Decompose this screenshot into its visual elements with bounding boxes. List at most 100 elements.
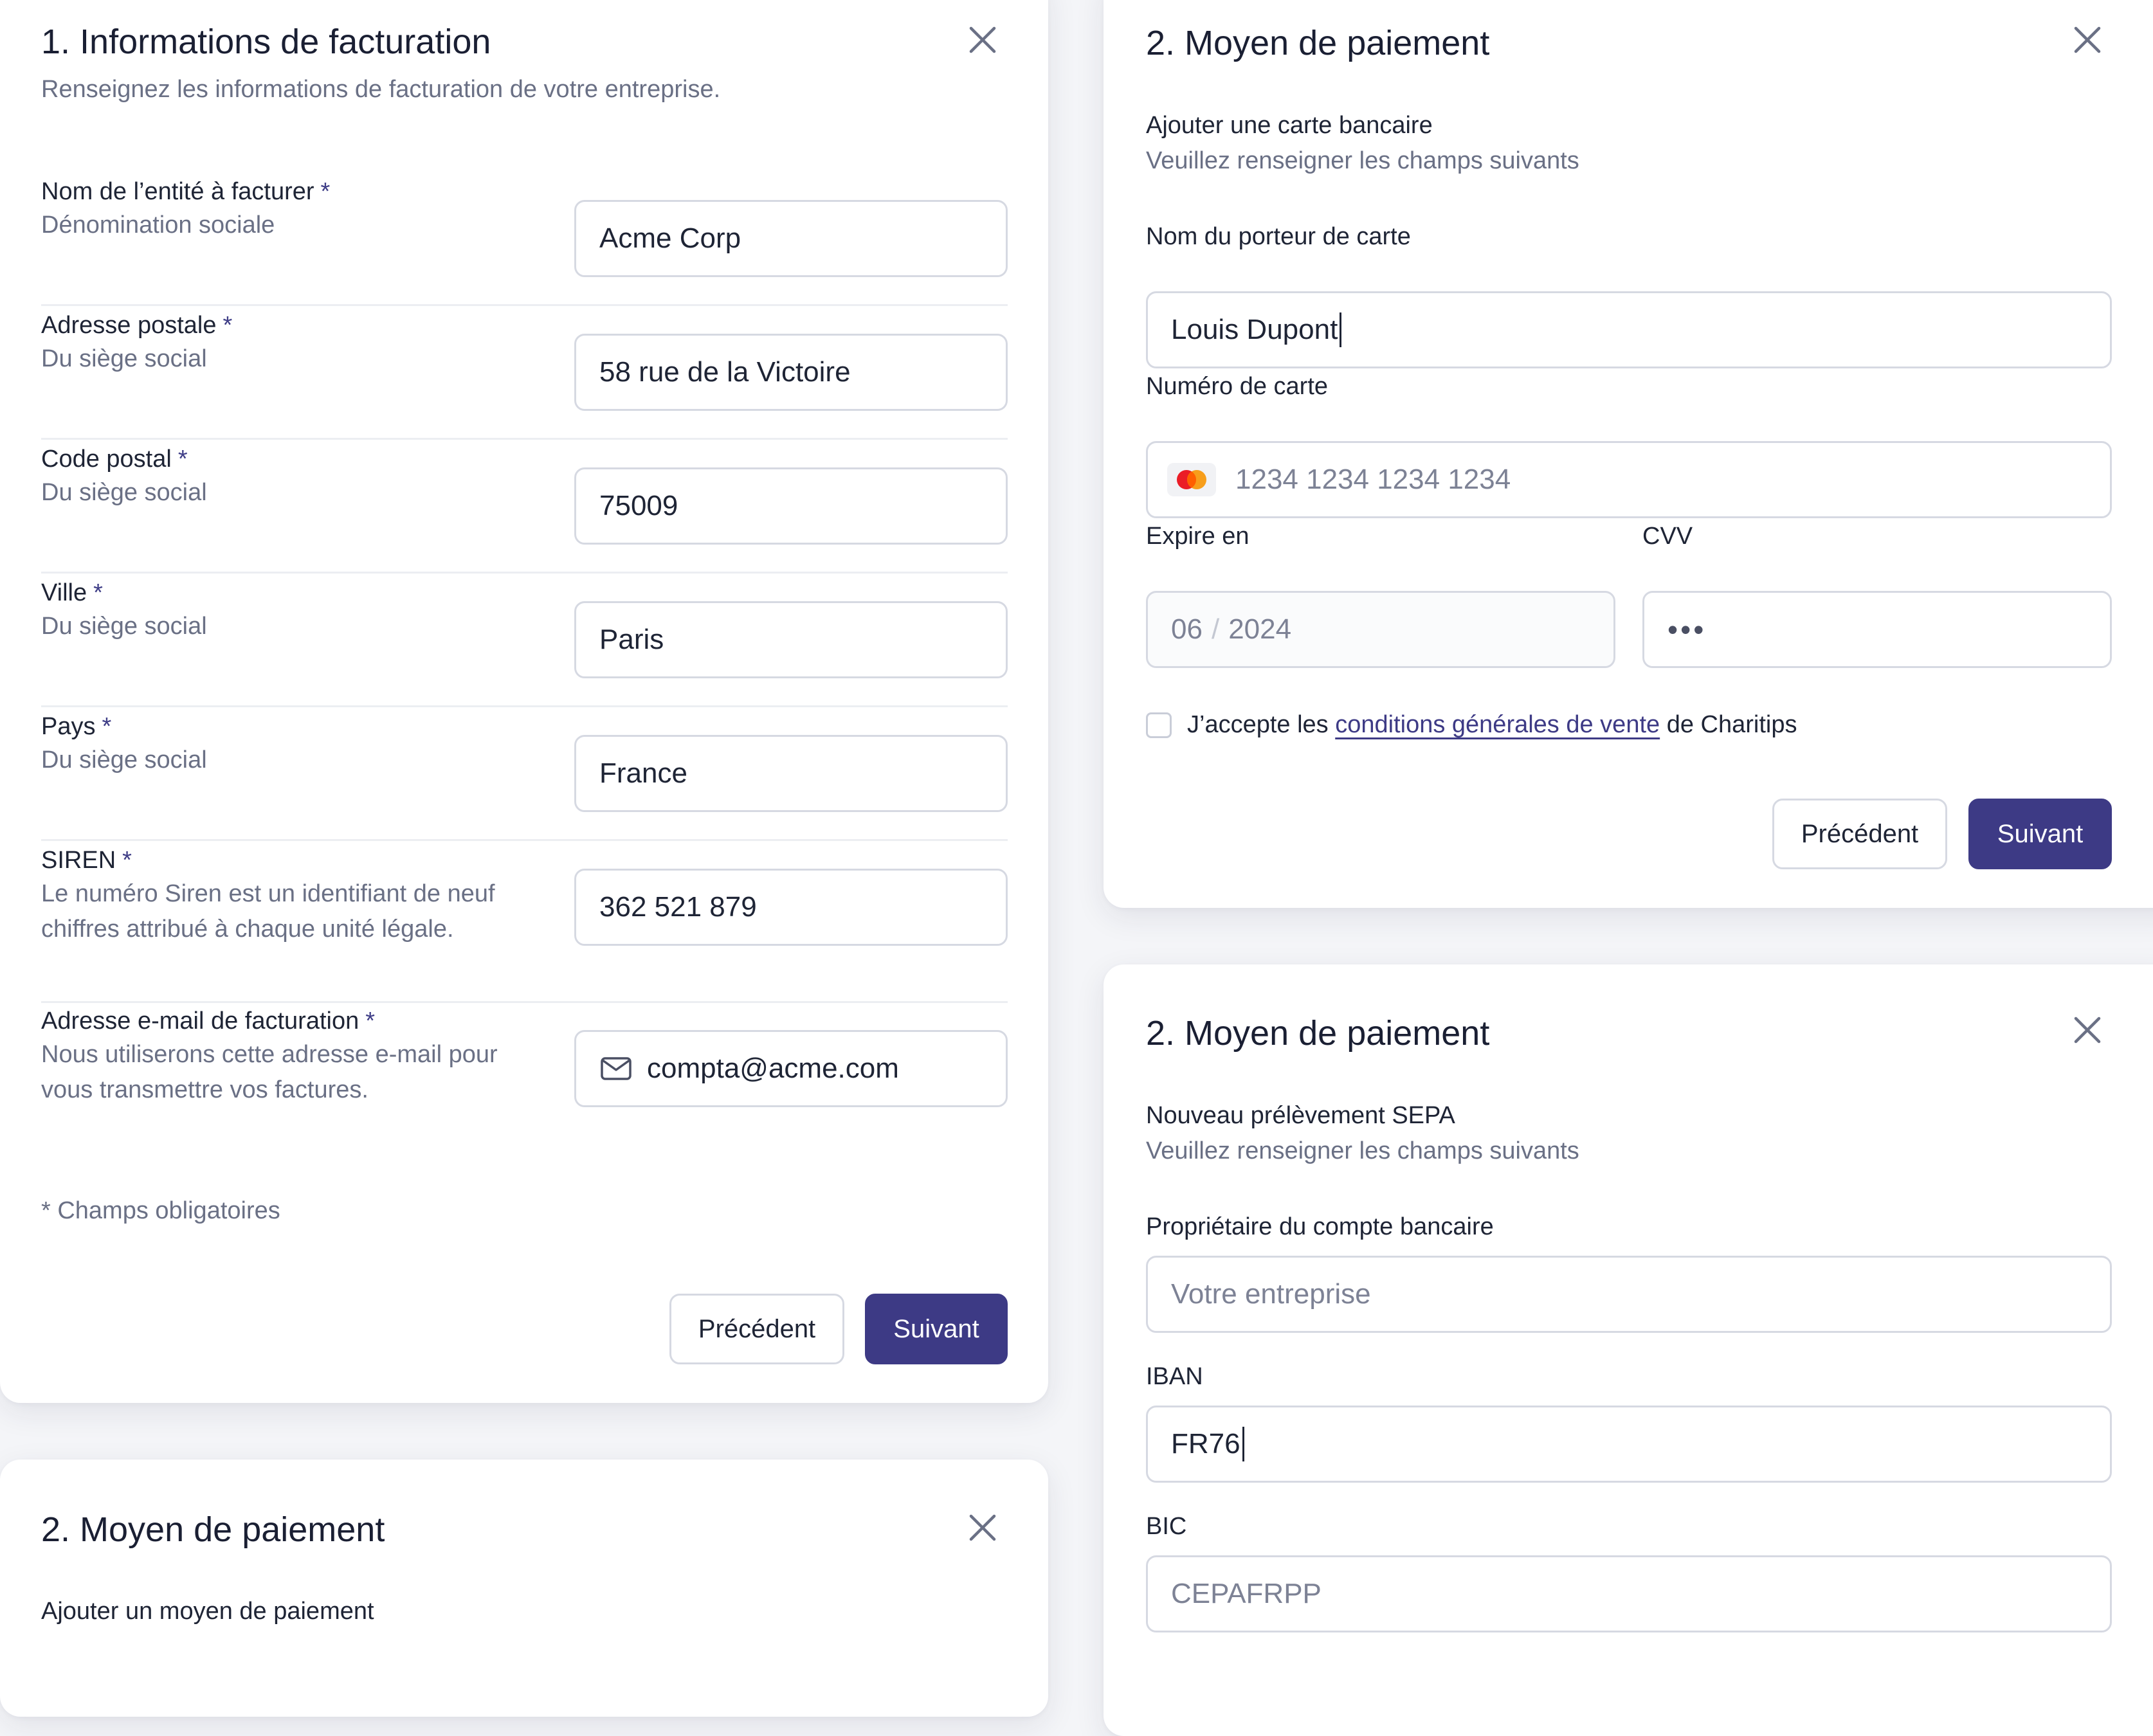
required-asterisk: * <box>102 713 112 740</box>
terms-text: J’accepte les conditions générales de ve… <box>1187 710 1797 741</box>
cvv-label: CVV <box>1642 523 1693 550</box>
field-postal-address: Adresse postale * Du siège social <box>41 311 517 377</box>
previous-button[interactable]: Précédent <box>1772 799 1947 869</box>
input-value: Paris <box>599 624 664 655</box>
divider <box>41 1001 1008 1003</box>
country-input[interactable]: France <box>574 735 1008 812</box>
close-icon <box>2074 1017 2101 1044</box>
terms-prefix: J’accepte les <box>1187 711 1329 738</box>
field-city: Ville * Du siège social <box>41 578 517 644</box>
previous-button[interactable]: Précédent <box>669 1294 844 1364</box>
field-country: Pays * Du siège social <box>41 712 517 778</box>
field-billing-email: Adresse e-mail de facturation * Nous util… <box>41 1006 498 1108</box>
close-button[interactable] <box>965 1510 1001 1546</box>
section-hint: Veuillez renseigner les champs suivants <box>1146 147 1579 174</box>
postal-code-input[interactable]: 75009 <box>574 467 1008 545</box>
input-value: 58 rue de la Victoire <box>599 356 851 388</box>
cardholder-input[interactable]: Louis Dupont <box>1146 291 2112 368</box>
field-hint: Du siège social <box>41 345 207 372</box>
field-hint: Du siège social <box>41 478 207 506</box>
section-hint: Veuillez renseigner les champs suivants <box>1146 1137 1579 1164</box>
input-value: FR76 <box>1171 1428 1240 1460</box>
field-label: Nom de l’entité à facturer <box>41 178 314 205</box>
section-title: Ajouter un moyen de paiement <box>41 1598 374 1625</box>
field-hint: Le numéro Siren est un identifiant de ne… <box>41 880 495 943</box>
input-value: Acme Corp <box>599 222 741 254</box>
cardholder-label: Nom du porteur de carte <box>1146 223 1411 250</box>
next-button[interactable]: Suivant <box>1968 799 2112 869</box>
payment-title: 2. Moyen de paiement <box>41 1510 385 1549</box>
divider <box>41 705 1008 707</box>
mastercard-icon <box>1167 463 1216 496</box>
required-asterisk: * <box>365 1008 376 1035</box>
postal-address-input[interactable]: 58 rue de la Victoire <box>574 334 1008 411</box>
input-value: ••• <box>1667 613 1707 646</box>
expiry-separator: / <box>1211 613 1220 645</box>
cvv-input[interactable]: ••• <box>1642 591 2112 668</box>
field-label: Pays <box>41 713 96 740</box>
card-payment-title: 2. Moyen de paiement <box>1146 24 1490 62</box>
required-asterisk: * <box>320 178 331 205</box>
field-label: Adresse e-mail de facturation <box>41 1008 359 1035</box>
sepa-payment-card: 2. Moyen de paiement Nouveau prélèvement… <box>1104 964 2153 1736</box>
iban-label: IBAN <box>1146 1363 1203 1390</box>
iban-input[interactable]: FR76 <box>1146 1406 2112 1483</box>
section-title: Ajouter une carte bancaire <box>1146 112 1433 139</box>
card-number-label: Numéro de carte <box>1146 373 1329 400</box>
required-asterisk: * <box>177 446 188 473</box>
close-icon <box>969 26 996 53</box>
field-hint: Du siège social <box>41 746 207 773</box>
input-placeholder: 1234 1234 1234 1234 <box>1235 464 1511 495</box>
field-siren: SIREN * Le numéro Siren est un identifian… <box>41 845 536 947</box>
payment-method-card: 2. Moyen de paiement Ajouter un moyen de… <box>0 1460 1048 1717</box>
account-owner-label: Propriétaire du compte bancaire <box>1146 1213 1494 1240</box>
divider <box>41 839 1008 841</box>
close-icon <box>2074 26 2101 53</box>
billing-card: 1. Informations de facturation Renseigne… <box>0 0 1048 1403</box>
required-asterisk: * <box>122 847 132 874</box>
terms-link[interactable]: conditions générales de vente <box>1335 711 1660 738</box>
account-owner-input[interactable]: Votre entreprise <box>1146 1256 2112 1333</box>
close-button[interactable] <box>2069 22 2105 58</box>
close-icon <box>969 1514 996 1541</box>
required-asterisk: * <box>223 312 233 339</box>
input-value: France <box>599 757 687 789</box>
close-button[interactable] <box>965 22 1001 58</box>
divider <box>41 572 1008 574</box>
expiry-month: 06 <box>1171 613 1203 645</box>
sepa-payment-title: 2. Moyen de paiement <box>1146 1014 1490 1053</box>
city-input[interactable]: Paris <box>574 601 1008 678</box>
next-button[interactable]: Suivant <box>865 1294 1008 1364</box>
terms-checkbox[interactable] <box>1146 712 1172 738</box>
field-label: Ville <box>41 579 87 606</box>
billing-email-input[interactable]: compta@acme.com <box>574 1030 1008 1107</box>
billing-title: 1. Informations de facturation <box>41 23 491 61</box>
input-value: 75009 <box>599 490 678 521</box>
input-placeholder: Votre entreprise <box>1171 1278 1371 1310</box>
field-label: SIREN <box>41 847 116 874</box>
input-placeholder: CEPAFRPP <box>1171 1578 1322 1609</box>
text-caret <box>1242 1427 1244 1461</box>
divider <box>41 304 1008 306</box>
field-company-name: Nom de l’entité à facturer * Dénomination… <box>41 177 517 243</box>
siren-input[interactable]: 362 521 879 <box>574 869 1008 946</box>
field-postal-code: Code postal * Du siège social <box>41 444 517 511</box>
input-value: 362 521 879 <box>599 891 757 923</box>
bic-label: BIC <box>1146 1513 1187 1540</box>
input-value: Louis Dupont <box>1171 314 1338 345</box>
divider <box>41 438 1008 440</box>
close-button[interactable] <box>2069 1012 2105 1048</box>
expiry-input[interactable]: 06 / 2024 <box>1146 591 1615 668</box>
expiry-year: 2024 <box>1228 613 1292 645</box>
text-caret <box>1340 312 1342 347</box>
card-number-input[interactable]: 1234 1234 1234 1234 <box>1146 441 2112 518</box>
billing-subtitle: Renseignez les informations de facturati… <box>41 76 721 103</box>
company-name-input[interactable]: Acme Corp <box>574 200 1008 277</box>
required-asterisk: * <box>93 579 103 606</box>
bic-input[interactable]: CEPAFRPP <box>1146 1555 2112 1632</box>
mail-icon <box>601 1057 631 1080</box>
field-hint: Dénomination sociale <box>41 211 275 239</box>
field-hint: Du siège social <box>41 612 207 640</box>
section-title: Nouveau prélèvement SEPA <box>1146 1102 1455 1129</box>
input-value: compta@acme.com <box>647 1053 899 1084</box>
